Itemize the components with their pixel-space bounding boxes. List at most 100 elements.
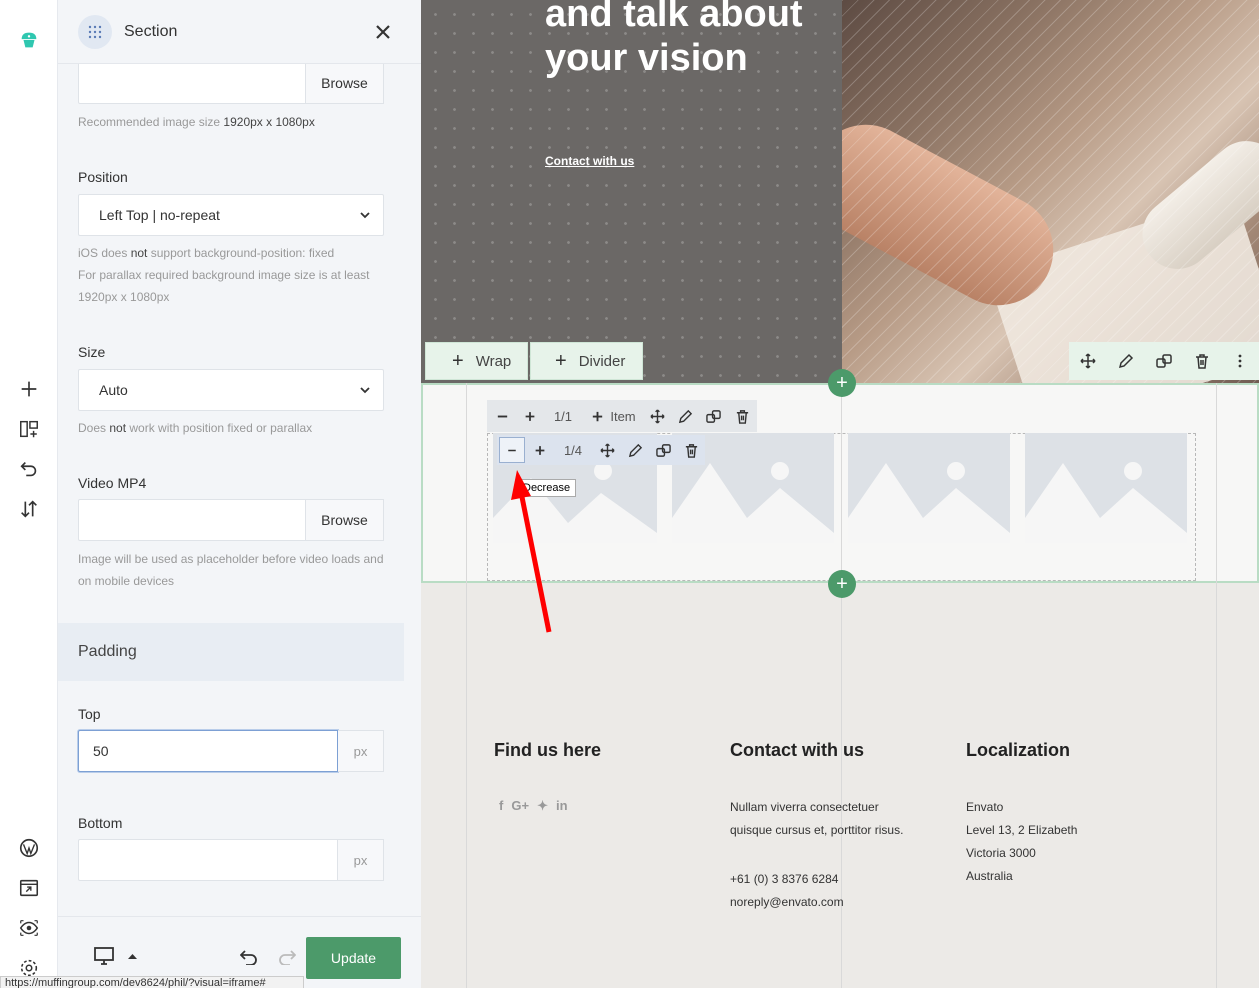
linkedin-icon[interactable]: in (556, 798, 568, 814)
decrease-tooltip: Decrease (517, 479, 577, 497)
padding-top-input[interactable]: 50 (78, 730, 338, 772)
close-icon[interactable] (371, 20, 395, 44)
paper-roll (1128, 126, 1259, 284)
move-icon[interactable] (643, 400, 671, 432)
video-help: Image will be used as placeholder before… (78, 552, 384, 588)
item-toolbar: 1/4 (497, 435, 705, 465)
grid-guide-line (1216, 383, 1217, 988)
padding-bottom-label: Bottom (78, 815, 123, 831)
hero-text-column[interactable]: and talk about your vision Contact with … (421, 0, 842, 383)
delete-trash-icon[interactable] (727, 400, 757, 432)
panel-title: Section (124, 23, 178, 40)
edit-pencil-icon[interactable] (621, 435, 649, 465)
image-placeholder[interactable] (1025, 433, 1187, 543)
hero-photo (842, 0, 1259, 383)
size-help: Does not work with position fixed or par… (78, 421, 313, 435)
caret-up-icon[interactable] (128, 953, 137, 959)
add-section-below-icon[interactable]: + (828, 570, 856, 598)
position-select[interactable]: Left Top | no-repeat (78, 194, 384, 236)
plus-icon: + (452, 349, 464, 372)
video-label: Video MP4 (78, 475, 147, 491)
footer-col2-text: Nullam viverra consectetuer quisque curs… (730, 796, 903, 842)
wrap-toolbar: 1/1 Item (487, 400, 757, 432)
hero-contact-link[interactable]: Contact with us (545, 154, 634, 168)
move-icon[interactable] (593, 435, 621, 465)
footer-col1-title: Find us here (494, 740, 602, 760)
image-placeholder[interactable] (848, 433, 1010, 543)
muffin-logo-icon[interactable] (14, 25, 44, 55)
wrap-decrease-icon[interactable] (487, 400, 517, 432)
padding-bottom-input[interactable] (78, 839, 338, 881)
padding-bottom-field: px (78, 839, 384, 881)
footer-contact-details: +61 (0) 3 8376 6284 noreply@envato.com (730, 868, 844, 914)
twitter-icon[interactable]: ✦ (537, 798, 548, 814)
position-label: Position (78, 169, 128, 185)
footer-text-line: Level 13, 2 Elizabeth (966, 823, 1078, 837)
export-icon[interactable] (14, 873, 44, 903)
video-url-input[interactable] (78, 499, 306, 541)
size-select[interactable]: Auto (78, 369, 384, 411)
add-item-button[interactable]: Item (583, 400, 643, 432)
item-decrease-icon[interactable] (499, 437, 525, 463)
edit-pencil-icon[interactable] (671, 400, 699, 432)
sort-icon[interactable] (14, 494, 44, 524)
undo-history-icon[interactable] (14, 454, 44, 484)
grid-guide-line (466, 383, 467, 988)
layout-icon[interactable] (14, 414, 44, 444)
icon-rail (0, 0, 58, 988)
wrap-increase-icon[interactable] (517, 400, 543, 432)
facebook-icon[interactable]: f (499, 798, 503, 814)
wrap-size-label: 1/1 (553, 408, 573, 424)
redo-icon[interactable] (278, 949, 296, 965)
preview-eye-icon[interactable] (14, 913, 44, 943)
footer-address: Envato Level 13, 2 Elizabeth Victoria 30… (966, 796, 1077, 888)
panel-header: Section (58, 0, 421, 64)
chevron-down-icon (360, 212, 370, 219)
edit-pencil-icon[interactable] (1107, 342, 1145, 380)
update-button[interactable]: Update (306, 937, 401, 979)
padding-top-label: Top (78, 706, 101, 722)
hero-title: and talk about your vision (545, 0, 803, 79)
position-help: iOS does not support background-position… (78, 242, 384, 308)
delete-trash-icon[interactable] (1183, 342, 1221, 380)
chevron-down-icon (360, 387, 370, 394)
footer-email[interactable]: noreply@envato.com (730, 891, 844, 914)
grid-dots-icon[interactable] (78, 15, 112, 49)
item-increase-icon[interactable] (527, 435, 553, 465)
duplicate-icon[interactable] (699, 400, 727, 432)
undo-icon[interactable] (240, 949, 258, 965)
position-help-line-2: For parallax required background image s… (78, 268, 370, 304)
footer-text-line: quisque cursus et, porttitor risus. (730, 823, 904, 837)
add-section-above-icon[interactable]: + (828, 369, 856, 397)
video-browse-button[interactable]: Browse (306, 499, 384, 541)
image-hint-prefix: Recommended image size (78, 115, 221, 129)
add-item-label: Item (610, 408, 636, 424)
add-icon[interactable] (14, 374, 44, 404)
plus-icon (593, 411, 603, 421)
builder-canvas: and talk about your vision Contact with … (421, 0, 1259, 988)
move-icon[interactable] (1069, 342, 1107, 380)
wordpress-icon[interactable] (14, 833, 44, 863)
duplicate-icon[interactable] (649, 435, 677, 465)
duplicate-icon[interactable] (1145, 342, 1183, 380)
size-value: Auto (99, 382, 128, 398)
add-wrap-label: Wrap (475, 352, 512, 370)
image-url-input[interactable] (78, 62, 306, 104)
padding-top-field: 50 px (78, 730, 384, 772)
add-divider-button[interactable]: + Divider (530, 342, 643, 380)
device-switcher[interactable] (94, 947, 137, 965)
position-help-line-1: iOS does not support background-position… (78, 246, 335, 260)
add-wrap-button[interactable]: + Wrap (425, 342, 528, 380)
image-browse-button[interactable]: Browse (306, 62, 384, 104)
delete-trash-icon[interactable] (677, 435, 705, 465)
item-size-label: 1/4 (563, 442, 583, 458)
padding-section-heading[interactable]: Padding (58, 623, 404, 681)
add-divider-label: Divider (578, 352, 626, 370)
desktop-icon[interactable] (94, 947, 114, 965)
footer-text-line: Australia (966, 869, 1013, 883)
padding-bottom-unit: px (338, 839, 384, 881)
plus-icon: + (555, 349, 567, 372)
more-vertical-icon[interactable] (1221, 342, 1259, 380)
status-bar-url: https://muffingroup.com/dev8624/phil/?vi… (0, 976, 304, 988)
google-plus-icon[interactable]: G+ (511, 798, 529, 814)
